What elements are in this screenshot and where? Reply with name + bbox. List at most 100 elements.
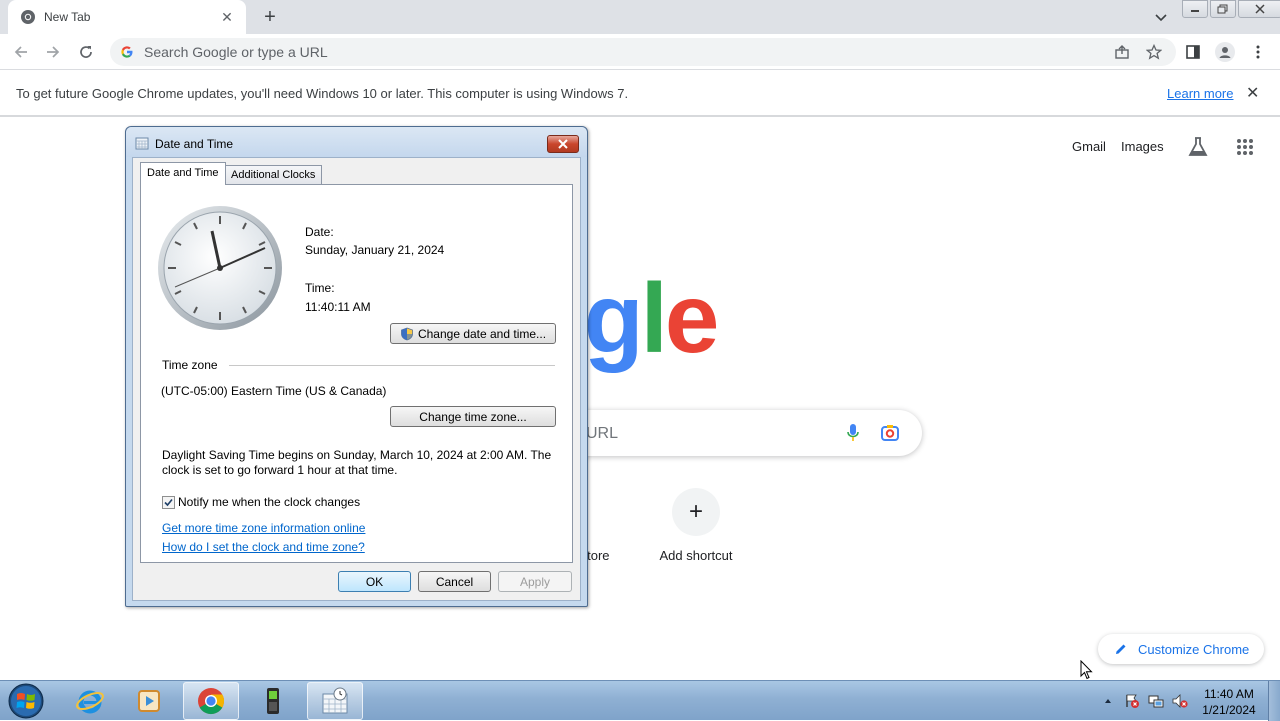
timezone-value: (UTC-05:00) Eastern Time (US & Canada) [161, 384, 387, 398]
pencil-icon [1116, 644, 1126, 654]
calendar-clock-icon [135, 137, 149, 150]
dialog-close-button[interactable] [547, 135, 579, 153]
network-icon[interactable] [1148, 693, 1164, 709]
dialog-title: Date and Time [155, 137, 234, 151]
how-to-set-clock-link[interactable]: How do I set the clock and time zone? [162, 540, 365, 554]
new-tab-button[interactable]: + [258, 5, 282, 29]
back-button[interactable] [10, 41, 32, 63]
uac-shield-icon [401, 327, 413, 340]
show-hidden-icons-chevron-icon[interactable] [1100, 693, 1116, 709]
browser-toolbar: Search Google or type a URL [0, 34, 1280, 70]
google-chrome-icon [198, 688, 225, 715]
window-controls [1182, 0, 1280, 18]
windows-start-orb-icon[interactable] [6, 682, 46, 720]
images-link[interactable]: Images [1121, 139, 1164, 154]
bookmark-star-button[interactable] [1144, 42, 1164, 62]
voice-search-icon[interactable] [846, 423, 860, 443]
chrome-menu-button[interactable] [1248, 42, 1268, 62]
taskbar-internet-explorer[interactable] [62, 682, 118, 720]
back-arrow-icon [14, 46, 27, 58]
apply-button[interactable]: Apply [498, 571, 572, 592]
notify-checkbox[interactable] [162, 496, 175, 509]
reload-icon [80, 46, 92, 58]
tab-additional-clocks[interactable]: Additional Clocks [224, 165, 323, 184]
tab-new-tab[interactable]: New Tab ✕ [8, 0, 246, 34]
taskbar-media-player[interactable] [121, 682, 177, 720]
customize-chrome-button[interactable]: Customize Chrome [1098, 634, 1264, 664]
taskbar-device-app[interactable] [245, 682, 301, 720]
internet-explorer-icon [76, 690, 104, 714]
shortcut-add[interactable]: + Add shortcut [640, 488, 752, 563]
ok-button[interactable]: OK [338, 571, 411, 592]
forward-arrow-icon [47, 46, 60, 58]
change-timezone-button[interactable]: Change time zone... [390, 406, 556, 427]
taskbar-date-time-control-panel[interactable] [307, 682, 363, 720]
star-icon [1146, 44, 1162, 60]
clock-date: 1/21/2024 [1202, 703, 1256, 717]
clock-time: 11:40 AM [1204, 687, 1254, 701]
add-icon: + [672, 488, 720, 536]
notify-label[interactable]: Notify me when the clock changes [178, 495, 360, 509]
shortcut-label: Add shortcut [659, 548, 733, 563]
forward-button[interactable] [42, 41, 64, 63]
date-time-dialog: Date and Time Date and Time Additional C… [125, 126, 588, 607]
change-date-time-label: Change date and time... [417, 326, 547, 341]
tab-search-chevron-icon[interactable] [1150, 6, 1172, 28]
time-label: Time: [305, 281, 335, 295]
google-apps-icon[interactable] [1236, 138, 1254, 156]
dst-text-line1: Daylight Saving Time begins on Sunday, M… [162, 448, 552, 462]
analog-clock-icon [158, 206, 282, 330]
tab-strip: New Tab ✕ + [0, 0, 1280, 34]
share-icon [1115, 45, 1129, 59]
change-date-time-button[interactable]: Change date and time... [390, 323, 556, 344]
window-close-icon [1255, 4, 1265, 14]
kebab-menu-icon [1256, 45, 1260, 59]
reload-button[interactable] [75, 41, 97, 63]
infobar-close-icon[interactable]: ✕ [1246, 83, 1259, 103]
mobile-device-icon [267, 688, 279, 714]
tab-title: New Tab [44, 10, 91, 24]
timezone-divider [229, 365, 555, 366]
dialog-titlebar[interactable]: Date and Time [126, 127, 587, 157]
tab-panel: Date: Sunday, January 21, 2024 Time: 11:… [140, 184, 573, 563]
infobar-message: To get future Google Chrome updates, you… [16, 86, 629, 101]
restore-icon [1217, 4, 1228, 14]
action-center-flag-icon[interactable] [1124, 693, 1140, 709]
timezone-heading: Time zone [162, 358, 218, 372]
dialog-body: Date and Time Additional Clocks Date: Su… [132, 157, 581, 601]
minimize-button[interactable] [1182, 0, 1208, 18]
minimize-icon [1191, 10, 1199, 12]
side-panel-icon [1186, 45, 1200, 59]
restore-button[interactable] [1210, 0, 1236, 18]
labs-flask-icon[interactable] [1186, 135, 1210, 159]
tab-date-and-time[interactable]: Date and Time [140, 162, 226, 185]
show-desktop-button[interactable] [1268, 681, 1280, 721]
share-button[interactable] [1112, 42, 1132, 62]
google-g-icon [121, 46, 133, 58]
taskbar-google-chrome[interactable] [183, 682, 239, 720]
timezone-info-link[interactable]: Get more time zone information online [162, 521, 365, 535]
update-infobar: To get future Google Chrome updates, you… [0, 71, 1280, 117]
side-panel-button[interactable] [1183, 42, 1203, 62]
window-close-button[interactable] [1238, 0, 1280, 18]
dst-text-line2: clock is set to go forward 1 hour at tha… [162, 463, 398, 477]
close-icon [558, 139, 568, 149]
date-label: Date: [305, 225, 334, 239]
time-value: 11:40:11 AM [305, 300, 371, 314]
omnibox[interactable]: Search Google or type a URL [110, 38, 1176, 66]
cancel-button[interactable]: Cancel [418, 571, 491, 592]
learn-more-link[interactable]: Learn more [1167, 86, 1233, 101]
calendar-clock-icon [322, 687, 348, 714]
volume-muted-icon[interactable] [1172, 693, 1188, 709]
profile-button[interactable] [1215, 42, 1235, 62]
gmail-link[interactable]: Gmail [1072, 139, 1106, 154]
omnibox-placeholder: Search Google or type a URL [144, 44, 328, 60]
tab-close-icon[interactable]: ✕ [218, 9, 236, 26]
date-value: Sunday, January 21, 2024 [305, 243, 445, 257]
media-player-icon [138, 690, 160, 712]
google-lens-icon[interactable] [880, 423, 900, 443]
mouse-cursor-icon [1080, 660, 1093, 680]
system-clock[interactable]: 11:40 AM 1/21/2024 [1196, 686, 1262, 718]
ntp-search-placeholder: URL [586, 425, 619, 442]
customize-label: Customize Chrome [1138, 641, 1250, 657]
